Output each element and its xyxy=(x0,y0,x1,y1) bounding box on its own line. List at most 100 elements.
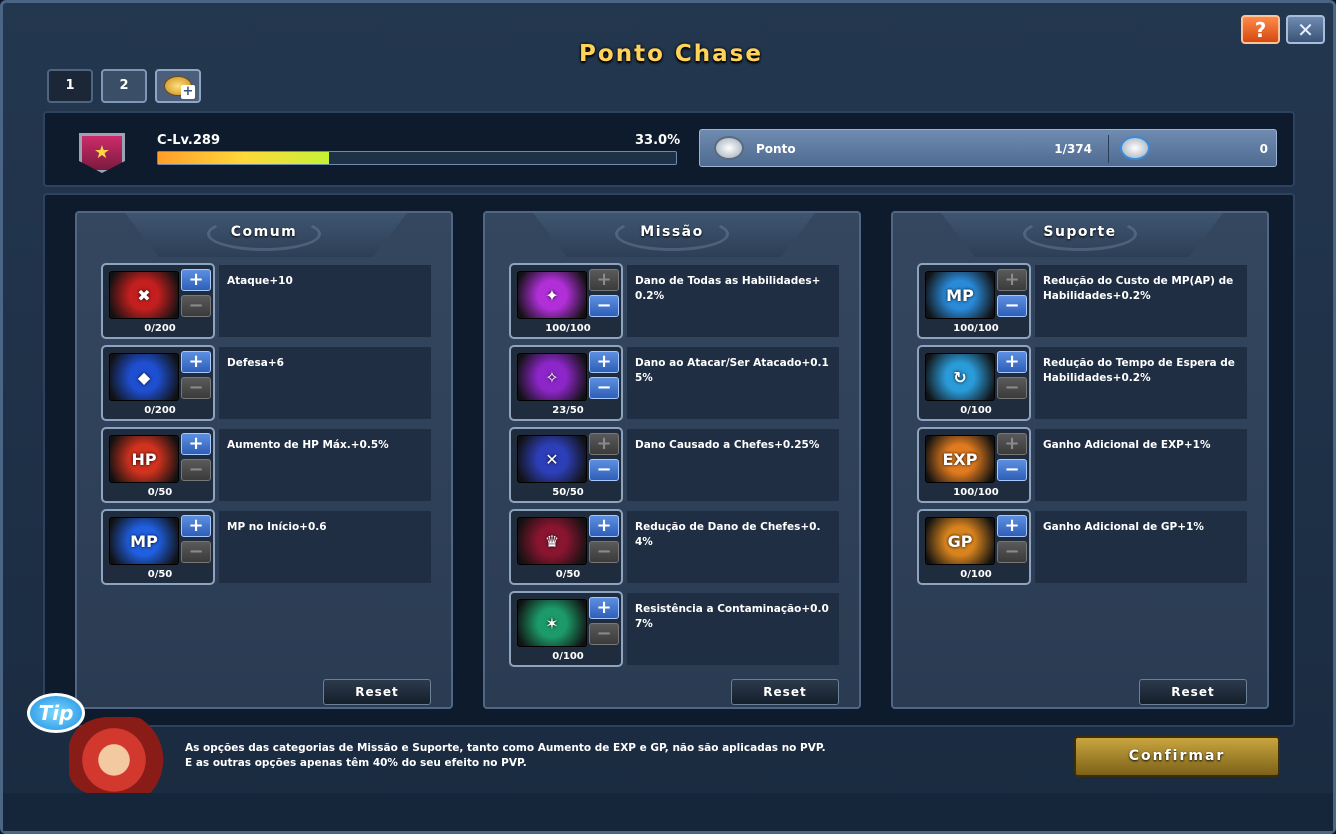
plus-button[interactable]: + xyxy=(589,515,619,537)
minus-button[interactable]: − xyxy=(589,541,619,563)
points-box: Ponto 1/374 0 xyxy=(699,129,1277,167)
skill-count: 100/100 xyxy=(545,323,591,334)
chase-point-window: Ponto Chase ? ✕ 1 2 + ★ C-Lv.289 33.0% P… xyxy=(0,0,1336,834)
level-progress-bar xyxy=(157,151,677,165)
cooldown-icon: ↻ xyxy=(925,353,995,401)
skill-slot: MP + −0/50 xyxy=(101,509,215,585)
plus-button[interactable]: + xyxy=(181,515,211,537)
confirm-button[interactable]: Confirmar xyxy=(1074,736,1280,777)
reset-button[interactable]: Reset xyxy=(731,679,839,705)
minus-button[interactable]: − xyxy=(181,295,211,317)
window-title: Ponto Chase xyxy=(579,41,763,67)
plus-button[interactable]: + xyxy=(181,433,211,455)
skill-row: ✶ + −0/100 Resistência a Contaminação+0.07% xyxy=(509,591,839,667)
note-line-2: E as outras opções apenas têm 40% do seu… xyxy=(185,757,527,769)
mp-cost-icon: MP xyxy=(925,271,995,319)
skill-description: Resistência a Contaminação+0.07% xyxy=(627,593,839,665)
skill-row: ✕ + −50/50 Dano Causado a Chefes+0.25% xyxy=(509,427,839,503)
tip-badge: Tip xyxy=(27,693,85,733)
skill-count: 0/100 xyxy=(960,405,992,416)
contamination-resist-icon: ✶ xyxy=(517,599,587,647)
plus-button[interactable]: + xyxy=(589,433,619,455)
skill-description: Ganho Adicional de EXP+1% xyxy=(1035,429,1247,501)
plus-button[interactable]: + xyxy=(589,597,619,619)
minus-button[interactable]: − xyxy=(181,459,211,481)
skill-description: Dano de Todas as Habilidades+0.2% xyxy=(627,265,839,337)
minus-button[interactable]: − xyxy=(181,377,211,399)
panel-missao: Missão ✦ + −100/100 Dano de Todas as Habilid… xyxy=(483,211,861,709)
tab-1[interactable]: 1 xyxy=(47,69,93,103)
skill-row: ↻ + −0/100 Redução do Tempo de Espera de Ha… xyxy=(917,345,1247,421)
skill-slot: ♛ + −0/50 xyxy=(509,509,623,585)
close-button[interactable]: ✕ xyxy=(1286,15,1325,44)
skill-slot: ✖ + −0/200 xyxy=(101,263,215,339)
skill-count: 23/50 xyxy=(552,405,584,416)
minus-button[interactable]: − xyxy=(997,295,1027,317)
skill-row: ✖ + −0/200 Ataque+10 xyxy=(101,263,431,339)
minus-button[interactable]: − xyxy=(589,377,619,399)
skill-description: Dano ao Atacar/Ser Atacado+0.15% xyxy=(627,347,839,419)
tip-mascot: Tip xyxy=(25,691,175,799)
skill-panels: Comum ✖ + −0/200 Ataque+10 ◆ + −0/200 Defesa+6 HP… xyxy=(43,193,1295,727)
help-button[interactable]: ? xyxy=(1241,15,1280,44)
skill-description: Defesa+6 xyxy=(219,347,431,419)
level-percent: 33.0% xyxy=(635,133,681,148)
skill-count: 0/200 xyxy=(144,405,176,416)
plus-button[interactable]: + xyxy=(181,269,211,291)
skill-row: MP + − 100/100 Redução do Custo de MP(AP) de… xyxy=(917,263,1247,339)
minus-button[interactable]: − xyxy=(997,541,1027,563)
plus-button[interactable]: + xyxy=(997,515,1027,537)
skill-slot: ✶ + −0/100 xyxy=(509,591,623,667)
skill-row: EXP + − 100/100 Ganho Adicional de EXP+1% xyxy=(917,427,1247,503)
mascot-icon xyxy=(69,717,169,795)
panel-suporte: Suporte MP + −100/100 Redução do Custo de MP… xyxy=(891,211,1269,709)
preset-tabs: 1 2 + xyxy=(47,69,201,103)
note-line-1: As opções das categorias de Missão e Sup… xyxy=(185,742,826,754)
point-coin-icon xyxy=(714,136,744,160)
skill-slot: ✕ + −50/50 xyxy=(509,427,623,503)
minus-button[interactable]: − xyxy=(997,459,1027,481)
chase-level: C-Lv.289 xyxy=(157,133,221,148)
minus-button[interactable]: − xyxy=(589,295,619,317)
reset-button[interactable]: Reset xyxy=(1139,679,1247,705)
minus-button[interactable]: − xyxy=(181,541,211,563)
panel-title: Suporte xyxy=(1043,224,1117,240)
skill-slot: EXP + − 100/100 xyxy=(917,427,1031,503)
points-label: Ponto xyxy=(756,142,796,156)
level-bar: ★ C-Lv.289 33.0% Ponto 1/374 0 xyxy=(43,111,1295,187)
skill-description: Redução de Dano de Chefes+0.4% xyxy=(627,511,839,583)
plus-button[interactable]: + xyxy=(589,269,619,291)
minus-button[interactable]: − xyxy=(589,459,619,481)
add-tab-button[interactable]: + xyxy=(155,69,201,103)
minus-button[interactable]: − xyxy=(589,623,619,645)
skill-count: 0/100 xyxy=(552,651,584,662)
skill-count: 100/100 xyxy=(953,323,999,334)
skill-slot: ↻ + −0/100 xyxy=(917,345,1031,421)
skill-count: 100/100 xyxy=(953,487,999,498)
footer-strip xyxy=(3,793,1333,831)
reset-coin-icon xyxy=(1120,136,1150,160)
boss-damage-icon: ✕ xyxy=(517,435,587,483)
skill-slot: ✧ + −23/50 xyxy=(509,345,623,421)
skill-description: Ataque+10 xyxy=(219,265,431,337)
plus-button[interactable]: + xyxy=(997,269,1027,291)
skill-row: ✦ + − 100/100 Dano de Todas as Habilidades+0… xyxy=(509,263,839,339)
plus-button[interactable]: + xyxy=(589,351,619,373)
skill-count: 0/50 xyxy=(147,487,173,498)
reset-count: 0 xyxy=(1259,142,1268,156)
points-divider xyxy=(1108,135,1109,163)
reset-button[interactable]: Reset xyxy=(323,679,431,705)
plus-button[interactable]: + xyxy=(181,351,211,373)
skill-row: MP + −0/50 MP no Início+0.6 xyxy=(101,509,431,585)
plus-button[interactable]: + xyxy=(997,433,1027,455)
exp-icon: EXP xyxy=(925,435,995,483)
tab-2[interactable]: 2 xyxy=(101,69,147,103)
skill-description: Redução do Custo de MP(AP) de Habilidade… xyxy=(1035,265,1247,337)
mp-icon: MP xyxy=(109,517,179,565)
minus-button[interactable]: − xyxy=(997,377,1027,399)
gp-icon: GP xyxy=(925,517,995,565)
skill-row: ♛ + −0/50 Redução de Dano de Chefes+0.4% xyxy=(509,509,839,585)
skill-row: HP + −0/50 Aumento de HP Máx.+0.5% xyxy=(101,427,431,503)
plus-button[interactable]: + xyxy=(997,351,1027,373)
skill-description: Ganho Adicional de GP+1% xyxy=(1035,511,1247,583)
